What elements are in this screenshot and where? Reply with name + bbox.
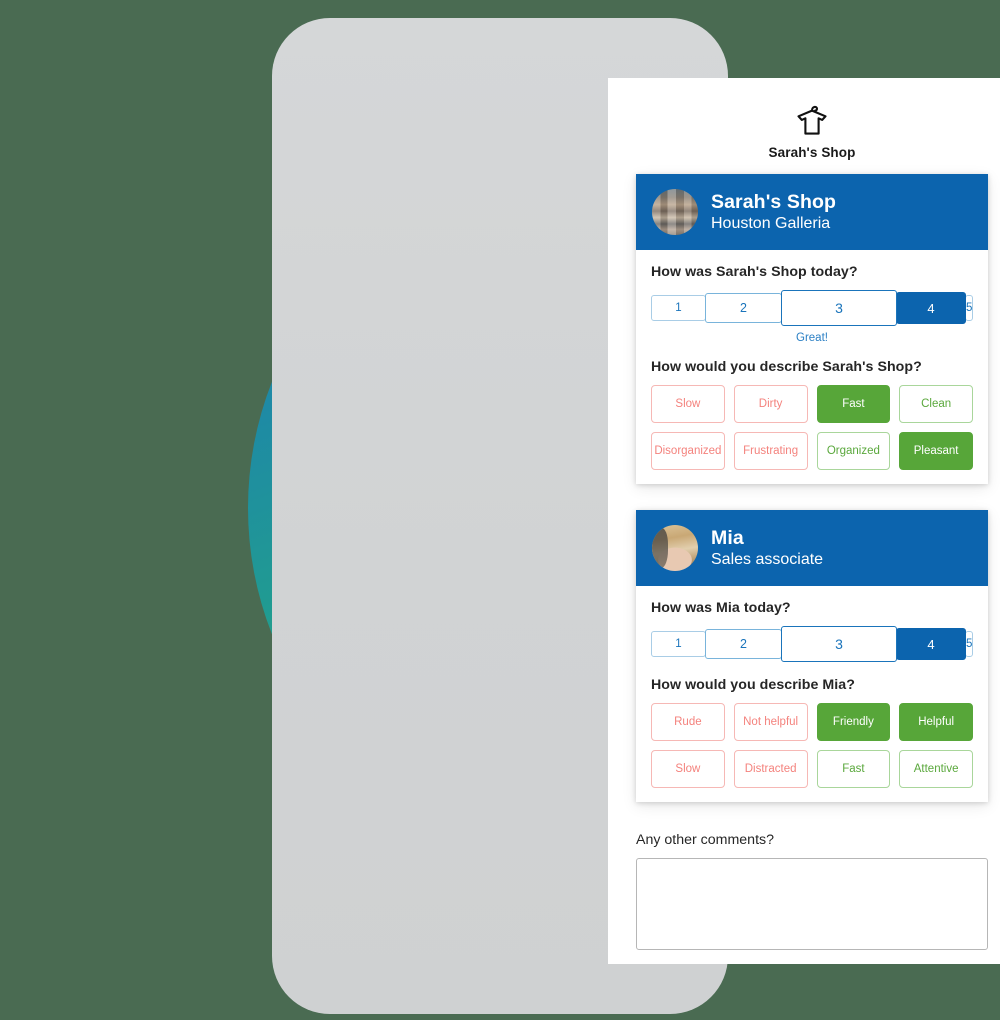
rating-option-label: 1 [675, 638, 682, 650]
tag-label: Slow [675, 763, 701, 775]
tag-label: Rude [674, 716, 702, 728]
tag-chip[interactable]: Dirty [733, 385, 808, 423]
phone-screen: Sarah's Shop Sarah's Shop Houston Galler… [608, 78, 1000, 964]
card-body: How was Mia today? 1 2 3 4 5 How would y… [636, 586, 988, 802]
tshirt-hanger-icon [608, 100, 1000, 138]
rating-option-2[interactable]: 2 [705, 629, 782, 659]
store-photo-avatar [652, 189, 698, 235]
tag-label: Organized [826, 445, 880, 457]
card-subtitle: Houston Galleria [711, 214, 831, 232]
comments-label: Any other comments? [636, 832, 774, 848]
tag-label: Dirty [758, 398, 783, 410]
tag-label: Fast [842, 763, 865, 775]
rating-option-3[interactable]: 3 [781, 290, 897, 326]
tag-label: Frustrating [743, 445, 799, 457]
rating-option-2[interactable]: 2 [705, 293, 782, 323]
tag-chip[interactable]: Pleasant [899, 432, 973, 470]
phone-frame: Sarah's Shop Sarah's Shop Houston Galler… [272, 18, 1000, 1014]
card-header: Mia Sales associate [636, 510, 988, 586]
tag-chip[interactable]: Rude [651, 703, 725, 741]
tag-label: Disorganized [654, 445, 722, 457]
tag-label: Helpful [918, 716, 955, 728]
rating-option-5[interactable]: 5 [965, 295, 974, 321]
tag-chip[interactable]: Fast [816, 750, 891, 788]
feedback-card: Mia Sales associate How was Mia today? 1… [636, 510, 988, 802]
rating-question: How was Mia today? [651, 600, 791, 616]
rating-option-3[interactable]: 3 [781, 626, 897, 662]
tag-chip[interactable]: Not helpful [733, 703, 808, 741]
card-header-text: Sarah's Shop Houston Galleria [711, 191, 836, 234]
tag-label: Friendly [832, 716, 874, 728]
page-stage: Sarah's Shop Sarah's Shop Houston Galler… [0, 0, 1000, 1020]
tag-chip[interactable]: Friendly [816, 703, 891, 741]
card-title: Sarah's Shop [711, 190, 837, 213]
tag-chip[interactable]: Fast [816, 385, 891, 423]
rating-option-label: 2 [740, 637, 747, 651]
tag-chip[interactable]: Helpful [899, 703, 973, 741]
tag-label: Slow [675, 398, 701, 410]
card-body: How was Sarah's Shop today? 1 2 3 4 5 Gr [636, 250, 988, 484]
tag-label: Not helpful [743, 716, 799, 728]
rating-option-label: 3 [835, 636, 843, 652]
tag-chip[interactable]: Clean [899, 385, 973, 423]
rating-scale[interactable]: 1 2 3 4 5 [651, 290, 974, 326]
rating-option-label: 3 [835, 300, 843, 316]
tags-question: How would you describe Mia? [651, 677, 855, 693]
tag-chip[interactable]: Distracted [733, 750, 808, 788]
tags-grid: Slow Dirty Fast Clean Disorganized Frust… [651, 385, 973, 470]
rating-option-4[interactable]: 4 [896, 628, 966, 660]
feedback-card: Sarah's Shop Houston Galleria How was Sa… [636, 174, 988, 484]
person-photo-avatar [652, 525, 698, 571]
card-header: Sarah's Shop Houston Galleria [636, 174, 988, 250]
rating-question: How was Sarah's Shop today? [651, 264, 858, 280]
tags-question: How would you describe Sarah's Shop? [651, 359, 922, 375]
tag-label: Clean [921, 398, 952, 410]
rating-option-label: 4 [927, 636, 935, 652]
rating-option-label: 1 [675, 302, 682, 314]
rating-option-1[interactable]: 1 [651, 631, 706, 657]
tag-chip[interactable]: Organized [816, 432, 891, 470]
rating-option-4[interactable]: 4 [896, 292, 966, 324]
rating-note: Great! [796, 332, 828, 344]
tag-chip[interactable]: Disorganized [651, 432, 725, 470]
card-header-text: Mia Sales associate [711, 527, 823, 570]
tag-label: Fast [842, 398, 865, 410]
feedback-cards-list: Sarah's Shop Houston Galleria How was Sa… [608, 174, 1000, 802]
card-title: Mia [711, 526, 744, 549]
card-subtitle: Sales associate [711, 550, 824, 568]
brand-header: Sarah's Shop [608, 78, 1000, 174]
tag-chip[interactable]: Attentive [899, 750, 973, 788]
tag-label: Distracted [744, 763, 797, 775]
rating-option-1[interactable]: 1 [651, 295, 706, 321]
rating-option-label: 5 [966, 638, 973, 650]
tag-label: Pleasant [913, 445, 959, 457]
comments-input[interactable] [636, 858, 988, 950]
brand-name: Sarah's Shop [768, 145, 856, 160]
rating-option-label: 4 [927, 300, 935, 316]
tag-label: Attentive [913, 763, 959, 775]
rating-scale[interactable]: 1 2 3 4 5 [651, 626, 974, 662]
tag-chip[interactable]: Slow [651, 750, 725, 788]
rating-option-label: 5 [966, 302, 973, 314]
tags-grid: Rude Not helpful Friendly Helpful Slow D… [651, 703, 973, 788]
rating-option-5[interactable]: 5 [965, 631, 974, 657]
tag-chip[interactable]: Frustrating [733, 432, 808, 470]
comments-section: Any other comments? [608, 828, 1000, 955]
tag-chip[interactable]: Slow [651, 385, 725, 423]
rating-option-label: 2 [740, 301, 747, 315]
